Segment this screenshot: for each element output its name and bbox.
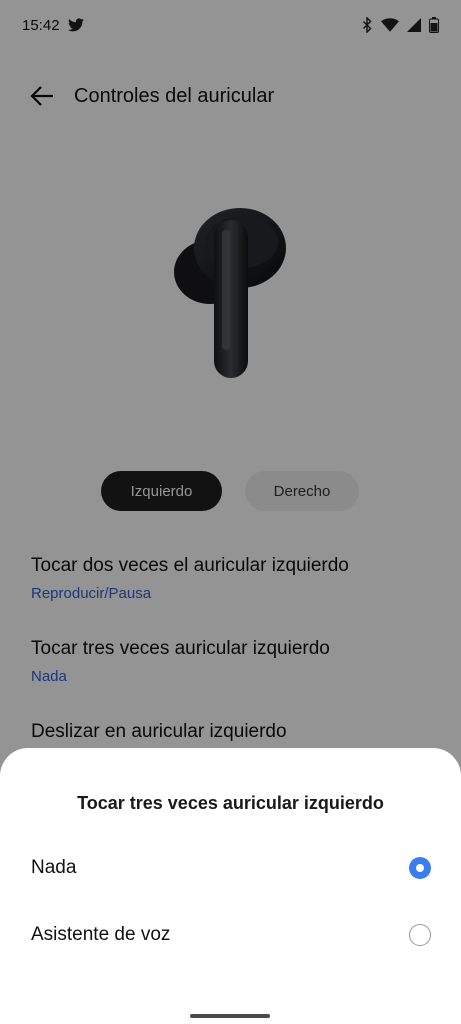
bottom-sheet: Tocar tres veces auricular izquierdo Nad… (0, 748, 461, 1024)
option-nada[interactable]: Nada (0, 838, 461, 898)
home-indicator[interactable] (190, 1014, 270, 1018)
option-asistente-de-voz[interactable]: Asistente de voz (0, 905, 461, 965)
radio-unselected[interactable] (409, 924, 431, 946)
radio-selected[interactable] (409, 857, 431, 879)
option-label: Nada (31, 857, 77, 878)
sheet-title: Tocar tres veces auricular izquierdo (77, 793, 384, 813)
option-label: Asistente de voz (31, 924, 171, 945)
